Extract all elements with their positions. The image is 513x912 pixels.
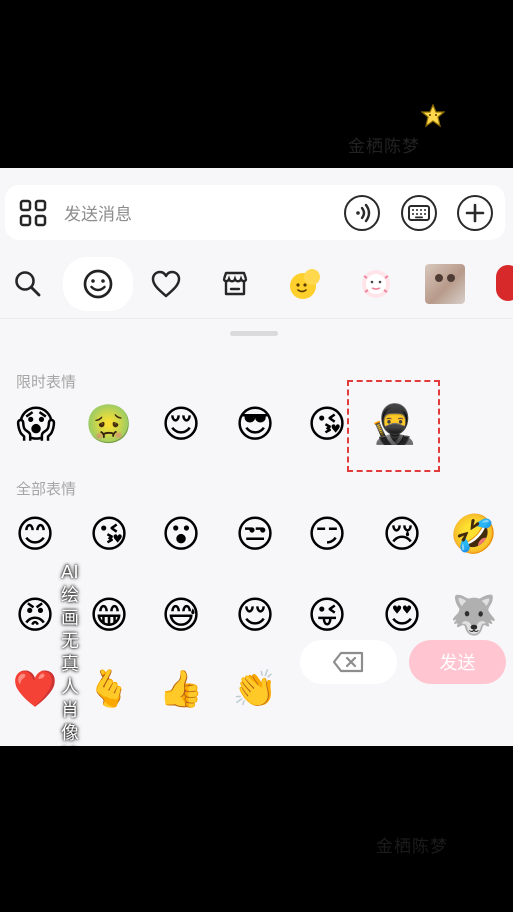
smile-icon bbox=[83, 269, 113, 299]
limited-emoji-5[interactable]: 😘 bbox=[304, 401, 350, 447]
selected-emoji-highlight bbox=[347, 380, 440, 472]
message-composer: 发送消息 bbox=[5, 185, 505, 240]
emoji-crying[interactable]: 😢 bbox=[379, 511, 425, 557]
emoji-relieved[interactable]: 😌 bbox=[232, 592, 278, 638]
watermark-top: 金栖陈梦 bbox=[348, 137, 420, 157]
emoji-clapping[interactable]: 👏 bbox=[232, 667, 278, 713]
emoji-category-bar bbox=[0, 254, 513, 314]
emoji-thumbs-up[interactable]: 👍 bbox=[158, 667, 204, 713]
emoji-wink-tongue[interactable]: 😜 bbox=[304, 592, 350, 638]
category-search[interactable] bbox=[5, 257, 51, 311]
shop-icon bbox=[222, 271, 248, 296]
backspace-icon bbox=[332, 651, 363, 673]
category-emoji[interactable] bbox=[63, 257, 133, 311]
voice-icon[interactable] bbox=[344, 195, 380, 231]
all-emoji-title: 全部表情 bbox=[16, 480, 77, 498]
panel-divider bbox=[0, 318, 513, 319]
emoji-angry[interactable]: 😡 bbox=[12, 592, 58, 638]
emoji-grinning[interactable]: 😁 bbox=[86, 592, 132, 638]
category-favorites[interactable] bbox=[143, 257, 189, 311]
send-button[interactable]: 发送 bbox=[409, 640, 506, 684]
emoji-husky[interactable]: 🐺 bbox=[450, 592, 497, 638]
plus-icon[interactable] bbox=[457, 195, 493, 231]
emoji-sweat-smile[interactable]: 😅 bbox=[158, 592, 204, 638]
emoji-smile[interactable]: 😊 bbox=[12, 511, 58, 557]
keyboard-icon[interactable] bbox=[401, 195, 437, 231]
limited-emoji-2[interactable]: 🤢 bbox=[85, 401, 132, 447]
star-badge-icon bbox=[421, 104, 445, 128]
limited-emoji-1[interactable]: 😱 bbox=[13, 401, 59, 447]
heart-icon bbox=[151, 270, 181, 298]
emoji-annoyed[interactable]: 😒 bbox=[232, 511, 278, 557]
limited-emoji-4[interactable]: 😎 bbox=[232, 401, 278, 447]
limited-emoji-3[interactable]: 😌 bbox=[158, 401, 204, 447]
yellow-sticker-icon bbox=[290, 269, 320, 299]
cat-photo-icon[interactable] bbox=[425, 264, 465, 304]
emoji-surprised[interactable]: 😮 bbox=[158, 511, 204, 557]
emoji-laughing[interactable]: 🤣 bbox=[450, 511, 497, 557]
apps-grid-icon[interactable] bbox=[18, 198, 48, 228]
pink-sticker-icon bbox=[362, 270, 390, 298]
chat-emoji-screen: 金栖陈梦 发送消息 限时表情 😱 🤢 😌 😎 😘 🥷 全部表情 😊 😘 😮 😒 … bbox=[0, 0, 513, 912]
emoji-heart-eyes-kiss[interactable]: 😘 bbox=[86, 511, 132, 557]
emoji-smirk[interactable]: 😏 bbox=[304, 511, 350, 557]
message-input[interactable]: 发送消息 bbox=[64, 200, 132, 225]
red-sticker-icon[interactable] bbox=[496, 265, 513, 301]
watermark-bottom: 金栖陈梦 bbox=[376, 837, 448, 857]
category-sticker-yellow[interactable] bbox=[283, 257, 329, 311]
search-icon bbox=[15, 271, 41, 297]
emoji-red-heart[interactable]: ❤️ bbox=[12, 667, 58, 713]
emoji-heart-eyes[interactable]: 😍 bbox=[379, 592, 425, 638]
drag-handle[interactable] bbox=[230, 331, 278, 336]
category-sticker-pink[interactable] bbox=[353, 257, 399, 311]
overlay-caption: AI绘画无真人肖像输入 bbox=[61, 562, 79, 744]
emoji-finger-heart[interactable]: 🫰 bbox=[86, 667, 132, 713]
category-store[interactable] bbox=[212, 257, 258, 311]
delete-button[interactable] bbox=[300, 640, 397, 684]
emoji-panel: 发送消息 限时表情 😱 🤢 😌 😎 😘 🥷 全部表情 😊 😘 😮 😒 😏 😢 🤣… bbox=[0, 168, 513, 746]
limited-emoji-title: 限时表情 bbox=[16, 373, 77, 391]
